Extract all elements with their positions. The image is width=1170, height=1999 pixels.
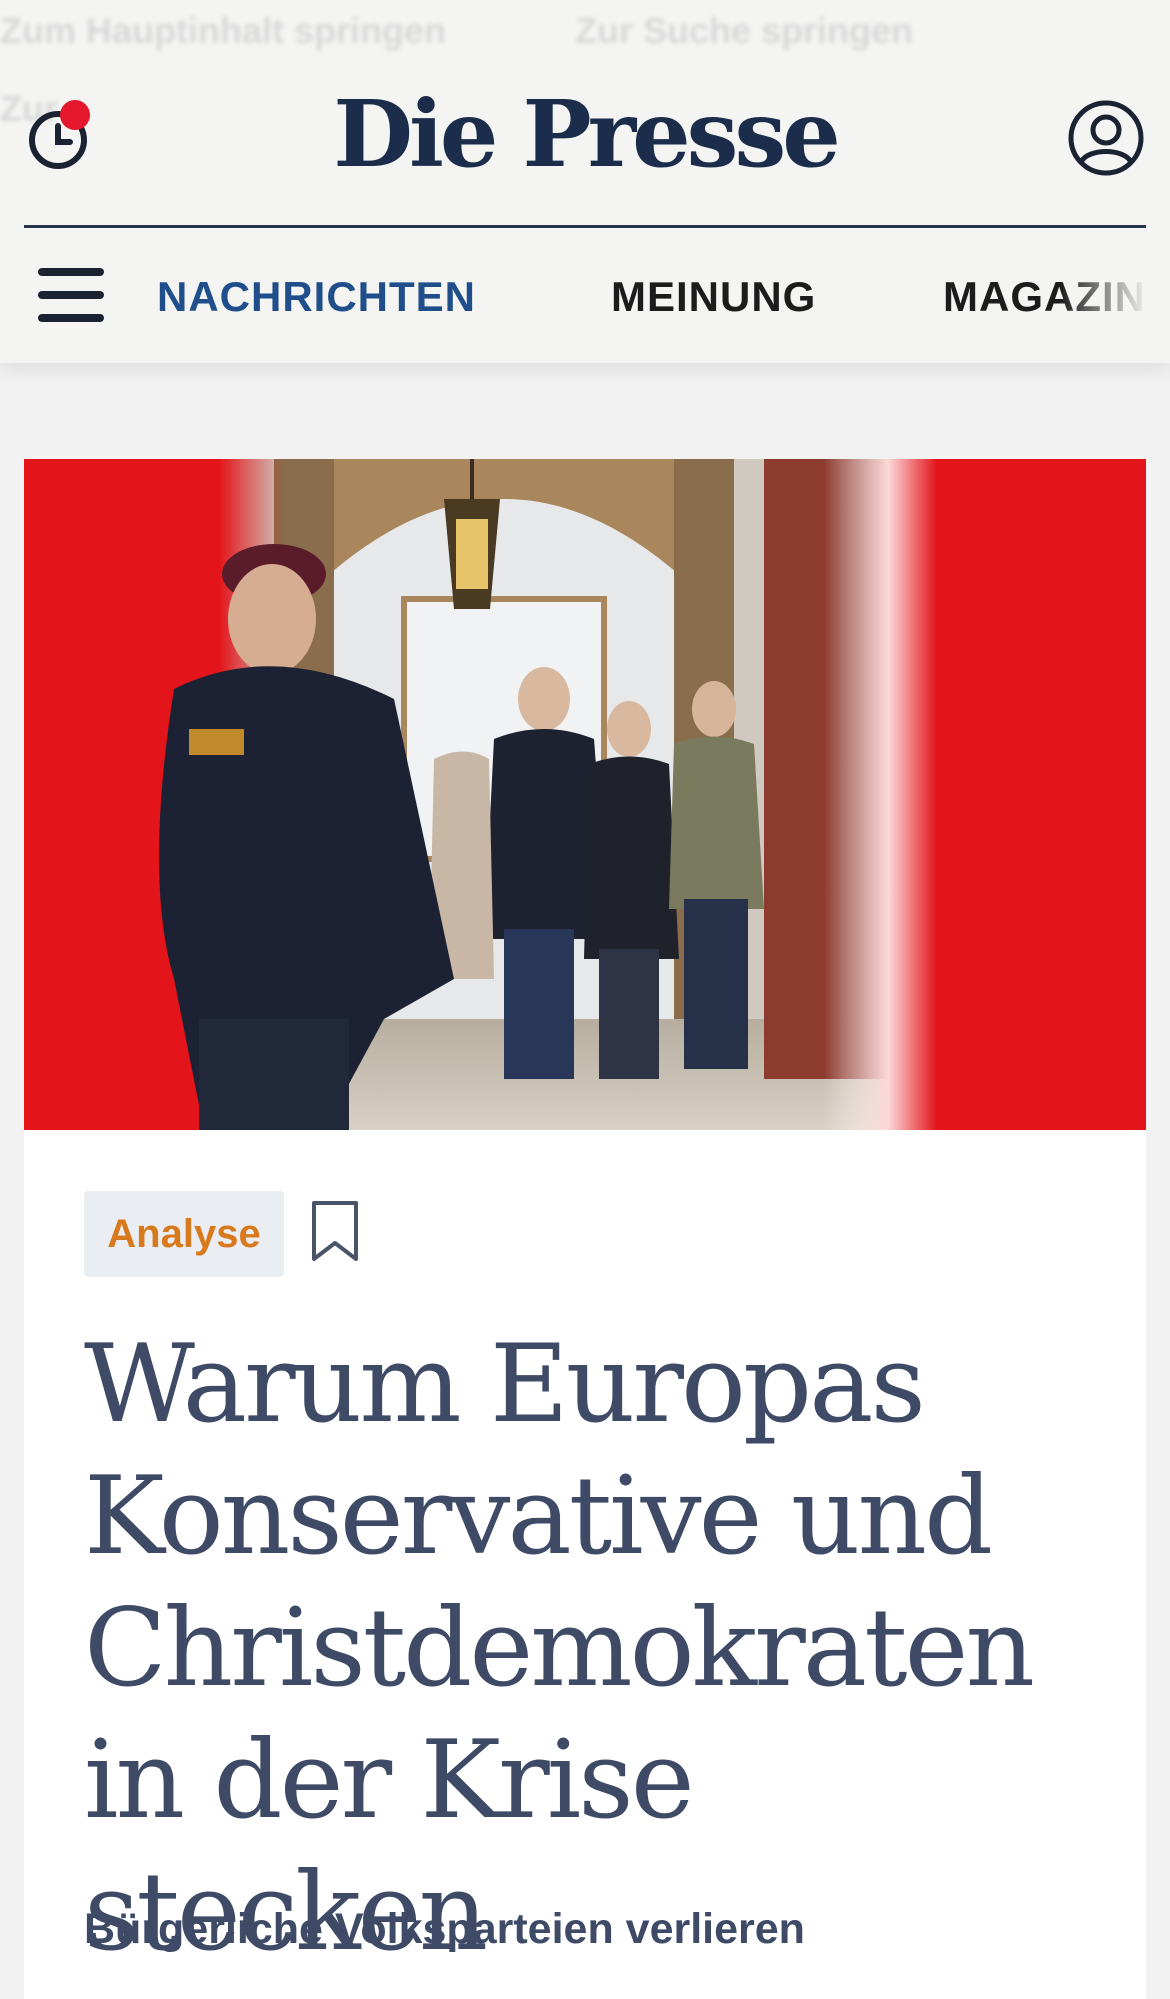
header-divider — [24, 225, 1146, 228]
site-logo[interactable]: Die Presse — [0, 88, 1170, 180]
skip-to-main-link[interactable]: Zum Hauptinhalt springen — [0, 10, 446, 52]
account-button[interactable] — [1066, 98, 1146, 178]
nav-scroll-fade — [1060, 255, 1170, 345]
article-headline[interactable]: Warum Europas Konservative und Christdem… — [84, 1319, 1094, 1979]
hamburger-icon-line — [38, 291, 104, 299]
hamburger-icon-line — [38, 314, 104, 322]
user-circle-icon — [1068, 100, 1144, 176]
skip-to-search-link[interactable]: Zur Suche springen — [575, 10, 913, 52]
nav-item-nachrichten[interactable]: NACHRICHTEN — [157, 273, 476, 321]
site-header: Zum Hauptinhalt springen Zur Suche sprin… — [0, 0, 1170, 363]
article-image[interactable] — [24, 459, 1146, 1130]
nav-item-meinung[interactable]: MEINUNG — [611, 273, 816, 321]
bookmark-button[interactable] — [310, 1199, 360, 1265]
article-lead: Bürgerliche Volksparteien verlieren — [84, 1905, 805, 1953]
article-card[interactable]: Analyse Warum Europas Konservative und C… — [24, 459, 1146, 1999]
bookmark-icon — [312, 1201, 358, 1261]
menu-button[interactable] — [38, 268, 106, 322]
hero-photo — [24, 459, 1146, 1130]
category-tag[interactable]: Analyse — [84, 1191, 284, 1277]
hamburger-icon — [38, 268, 104, 276]
